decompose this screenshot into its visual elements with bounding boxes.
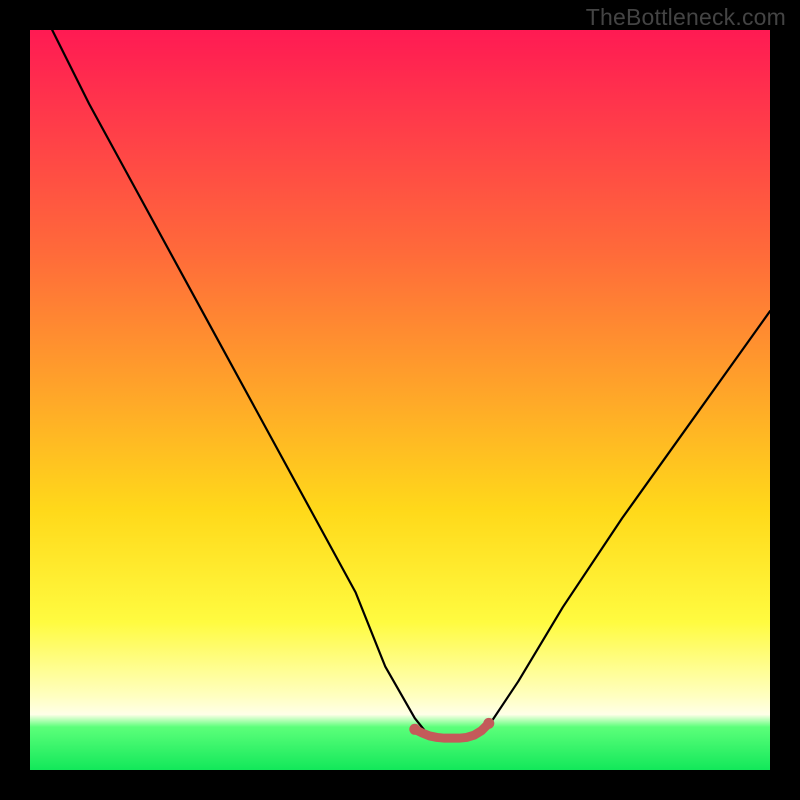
flat-zone-dot-left: [409, 724, 420, 735]
flat-zone-dot-right: [483, 718, 494, 729]
watermark-text: TheBottleneck.com: [586, 4, 786, 31]
chart-frame: TheBottleneck.com: [0, 0, 800, 800]
chart-svg: [30, 30, 770, 770]
bottleneck-curve-path: [52, 30, 770, 740]
flat-zone-path: [415, 723, 489, 738]
plot-area: [30, 30, 770, 770]
